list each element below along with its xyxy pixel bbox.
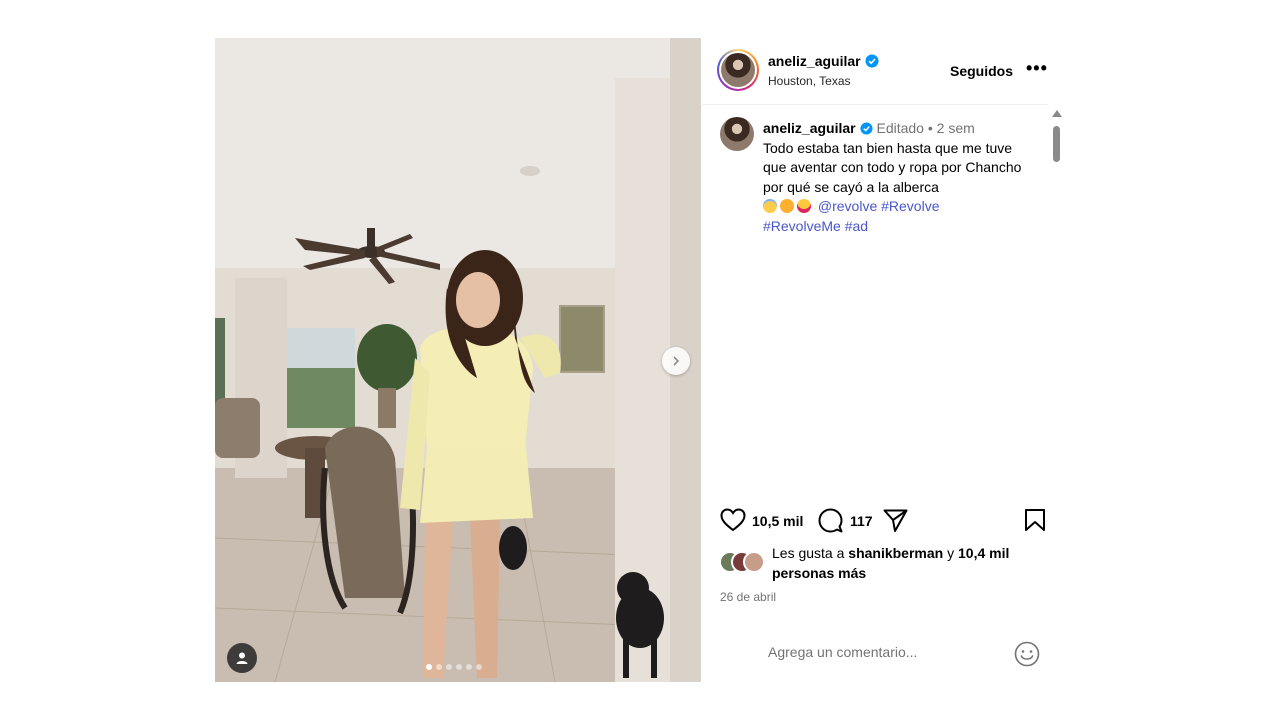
- carousel-dot: [426, 664, 432, 670]
- following-button[interactable]: Seguidos: [950, 63, 1013, 79]
- hashtag-link[interactable]: #RevolveMe: [763, 218, 841, 234]
- carousel-indicator: [426, 664, 482, 670]
- caption-username[interactable]: aneliz_aguilar: [763, 120, 856, 136]
- liked-by-username[interactable]: shanikberman: [848, 545, 943, 561]
- carousel-dot: [476, 664, 482, 670]
- scroll-up-arrow-icon[interactable]: [1052, 110, 1062, 117]
- edited-label: Editado: [876, 120, 924, 136]
- likes-count[interactable]: 10,5 mil: [752, 513, 803, 529]
- carousel-dot: [466, 664, 472, 670]
- liked-by-prefix: Les gusta a: [772, 545, 845, 561]
- scrollbar-thumb[interactable]: [1053, 126, 1060, 162]
- next-photo-button[interactable]: [662, 347, 690, 375]
- caption-text: aneliz_aguilar Editado • 2 sem Todo esta…: [763, 119, 1033, 237]
- kiss-emoji-icon: [780, 199, 794, 214]
- mention-link[interactable]: @revolve: [818, 198, 877, 214]
- caption-body: Todo estaba tan bien hasta que me tuve q…: [763, 139, 1022, 195]
- halo-emoji-icon: [763, 199, 777, 214]
- carousel-dot: [436, 664, 442, 670]
- chevron-right-icon: [673, 356, 680, 366]
- share-icon[interactable]: [883, 508, 908, 533]
- post-username[interactable]: aneliz_aguilar: [768, 53, 861, 69]
- bookmark-icon[interactable]: [1024, 508, 1046, 532]
- more-options-icon[interactable]: •••: [1026, 58, 1048, 79]
- caption-section: aneliz_aguilar Editado • 2 sem Todo esta…: [702, 105, 1048, 253]
- comments-count[interactable]: 117: [850, 513, 873, 529]
- liked-by-avatars[interactable]: [719, 551, 771, 573]
- action-bar: 10,5 mil 117: [702, 505, 1048, 537]
- avatar: [721, 53, 755, 87]
- caption-avatar[interactable]: [720, 117, 754, 151]
- avatar: [743, 551, 765, 573]
- post-photo-scene: [215, 38, 701, 682]
- carousel-dot: [446, 664, 452, 670]
- liked-by-others-count[interactable]: 10,4 mil: [958, 545, 1009, 561]
- emoji-icon[interactable]: [1014, 641, 1040, 667]
- liked-by-text: Les gusta a shanikberman y 10,4 mil pers…: [772, 543, 1042, 583]
- story-ring[interactable]: [717, 49, 759, 91]
- carousel-dot: [456, 664, 462, 670]
- comment-box: [702, 635, 1048, 675]
- liked-by-section: Les gusta a shanikberman y 10,4 mil pers…: [702, 543, 1048, 587]
- separator-dot: •: [927, 120, 933, 136]
- liked-by-others-suffix[interactable]: personas más: [772, 565, 866, 581]
- hashtag-link[interactable]: #ad: [845, 218, 868, 234]
- hashtag-link[interactable]: #Revolve: [881, 198, 939, 214]
- verified-badge-icon: [860, 122, 873, 135]
- heart-eyes-emoji-icon: [797, 199, 811, 214]
- post-header: aneliz_aguilar Houston, Texas Seguidos •…: [702, 38, 1048, 105]
- user-icon: [236, 652, 248, 664]
- heart-icon[interactable]: [720, 508, 746, 532]
- comment-icon[interactable]: [818, 508, 843, 533]
- post-date[interactable]: 26 de abril: [720, 590, 776, 604]
- tagged-users-button[interactable]: [227, 643, 257, 673]
- comment-input[interactable]: [766, 643, 1000, 661]
- verified-badge-icon: [865, 54, 879, 68]
- post-time[interactable]: 2 sem: [937, 120, 975, 136]
- post-location[interactable]: Houston, Texas: [768, 74, 851, 88]
- caption-scrollbar[interactable]: [1051, 108, 1063, 256]
- post-photo[interactable]: [215, 38, 701, 682]
- liked-by-connector: y: [947, 545, 955, 561]
